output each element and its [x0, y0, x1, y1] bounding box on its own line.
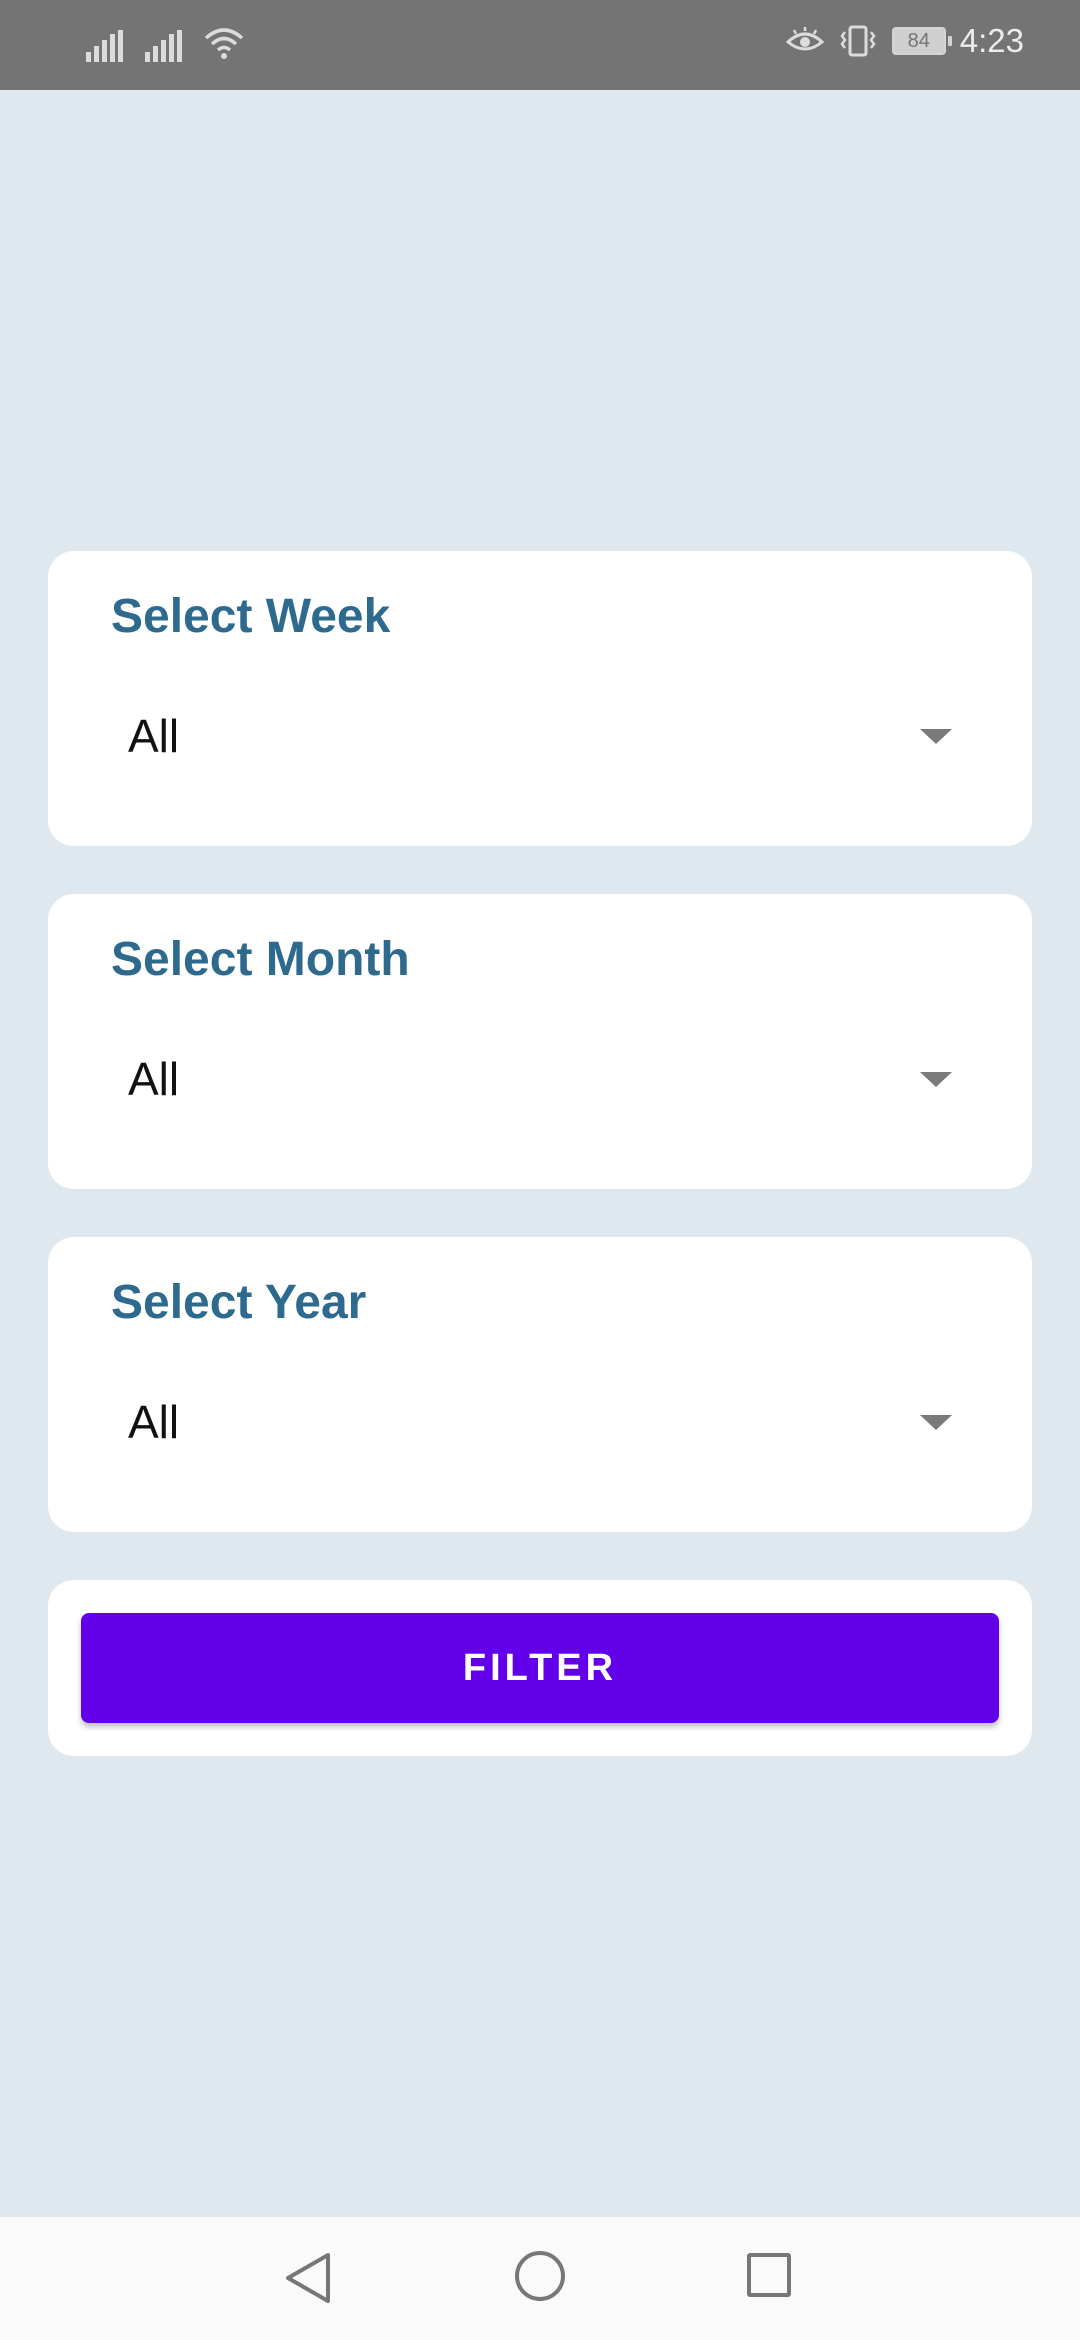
status-left — [86, 26, 244, 62]
week-dropdown-value: All — [128, 710, 180, 762]
week-filter-label: Select Week — [111, 590, 391, 643]
filter-button-card: FILTER — [48, 1580, 1032, 1756]
month-dropdown-value: All — [128, 1053, 180, 1105]
year-filter-card: Select Year All — [48, 1237, 1032, 1532]
battery-icon: 84 — [891, 27, 952, 55]
eye-comfort-icon — [785, 27, 824, 51]
dropdown-arrow-icon — [920, 1414, 952, 1430]
filter-button[interactable]: FILTER — [81, 1613, 999, 1723]
status-right: 84 4:23 — [785, 22, 1024, 60]
clock: 4:23 — [959, 22, 1024, 59]
dropdown-arrow-icon — [920, 728, 952, 744]
week-dropdown[interactable]: All — [128, 691, 952, 781]
vibrate-icon — [840, 25, 876, 57]
home-icon[interactable] — [515, 2251, 565, 2301]
month-filter-label: Select Month — [111, 933, 410, 986]
year-filter-label: Select Year — [111, 1276, 367, 1329]
status-bar: 84 4:23 — [0, 0, 1080, 90]
navigation-bar — [0, 2217, 1080, 2340]
wifi-icon — [204, 28, 244, 59]
battery-level: 84 — [907, 30, 930, 52]
dropdown-arrow-icon — [920, 1071, 952, 1087]
signal-icon — [145, 28, 182, 62]
week-filter-card: Select Week All — [48, 551, 1032, 846]
year-dropdown[interactable]: All — [128, 1377, 952, 1467]
signal-icon — [86, 28, 123, 62]
month-filter-card: Select Month All — [48, 894, 1032, 1189]
recent-apps-icon[interactable] — [747, 2253, 791, 2297]
year-dropdown-value: All — [128, 1396, 180, 1448]
back-icon[interactable] — [284, 2251, 332, 2305]
month-dropdown[interactable]: All — [128, 1034, 952, 1124]
